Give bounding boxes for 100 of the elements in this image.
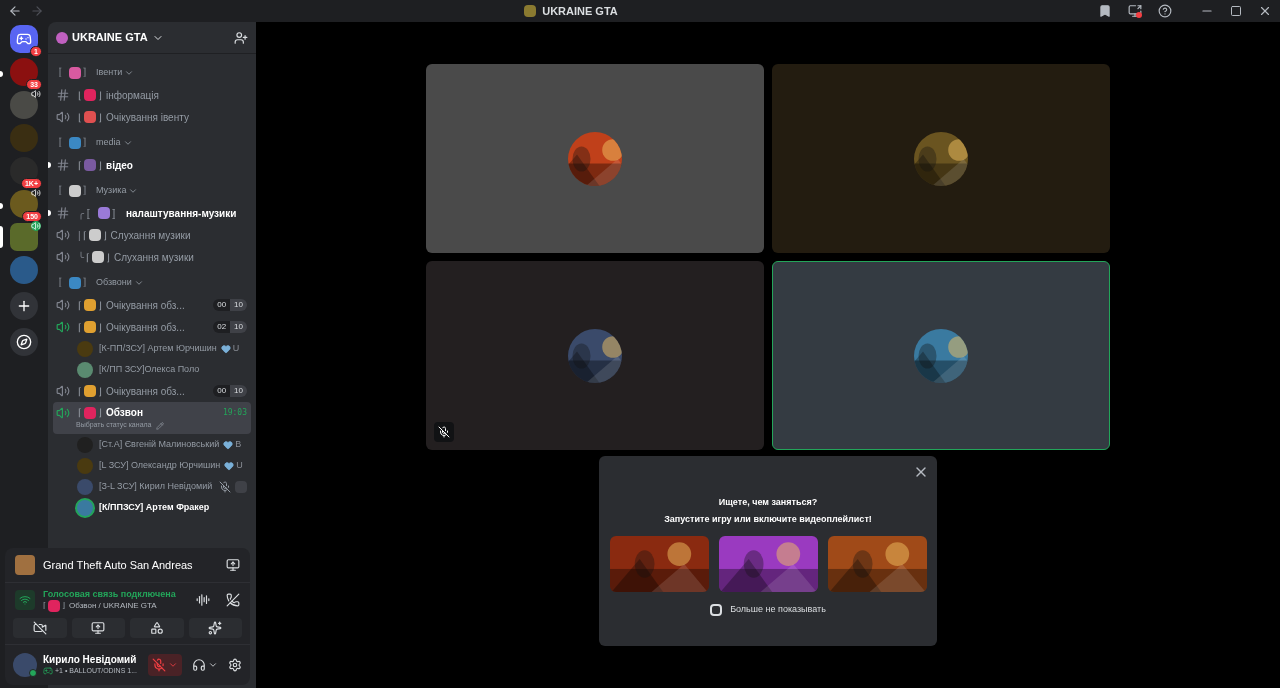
settings-icon[interactable] [228, 658, 242, 672]
bracket: ⌈ [78, 298, 82, 313]
tree-mark: | [78, 228, 81, 243]
bracket: ⌋ [98, 110, 102, 125]
server-icon [56, 31, 68, 44]
channel-row[interactable]: ⌈ ⌋ Очікування обз... 00 10 [53, 380, 251, 402]
bracket: 〛 [83, 66, 92, 80]
server-icon[interactable] [10, 25, 38, 53]
add-server-button[interactable] [10, 292, 38, 320]
game-title: Grand Theft Auto San Andreas [43, 557, 194, 573]
bracket: ⌈ [78, 320, 82, 335]
server-icon[interactable] [10, 58, 38, 86]
channel-row[interactable]: | ⌈ ⌋ Слухання музики [53, 224, 251, 246]
bracket: ⌈ [86, 250, 90, 265]
help-icon[interactable] [1158, 4, 1172, 18]
bracket: 〚 [86, 206, 96, 221]
heart-icon [223, 439, 234, 450]
speaker-icon [31, 221, 41, 231]
server-icon [524, 5, 537, 17]
chevron-icon [128, 186, 139, 196]
member-name[interactable]: [L ЗСУ] Олександр Юрчишин [99, 458, 221, 473]
tree-mark: ╭ [78, 206, 84, 221]
video-tile[interactable] [772, 64, 1110, 253]
invite-icon[interactable] [234, 30, 248, 45]
bracket: ⌈ [78, 406, 82, 421]
connection-status[interactable]: Голосовая связь подключена [43, 588, 188, 600]
hash-icon [56, 206, 70, 220]
channel-row[interactable]: ⌈ ⌋ Очікування обз... 00 10 [53, 294, 251, 316]
chevron-icon [208, 660, 218, 670]
user-avatar[interactable] [13, 653, 37, 677]
channel-row[interactable]: ⌊ ⌋ Очікування івенту [53, 106, 251, 128]
checkbox[interactable] [710, 603, 723, 616]
selected-pill [0, 226, 3, 248]
mic-off-icon [152, 658, 166, 672]
maximize-icon[interactable] [1230, 5, 1242, 17]
channel-row[interactable]: ╰ ⌈ ⌋ Слухання музики [53, 246, 251, 268]
channel-row[interactable]: ⌈ ⌋ Очікування обз... 02 10 [53, 316, 251, 338]
popup-subtitle: Запустите игру или включите видеоплейлист! [664, 512, 872, 526]
channel-name: Обзвон [106, 406, 143, 421]
speaker-icon [31, 89, 41, 99]
bracket: ⌋ [98, 88, 102, 103]
server-icon[interactable] [10, 190, 38, 218]
monitor-icon [91, 621, 106, 635]
channel-name: Слухання музики [110, 228, 191, 243]
category-name[interactable]: Музика [96, 184, 127, 198]
bracket: ⌋ [98, 406, 102, 421]
member-name[interactable]: [К-ПП/ЗСУ] Артем Юрчишин [99, 341, 217, 356]
user-count: 00 10 [213, 299, 247, 311]
chevron-icon [124, 68, 135, 78]
disconnect-icon[interactable] [226, 593, 240, 608]
camera-button[interactable] [13, 618, 67, 638]
checkbox-label[interactable]: Больше не показывать [730, 603, 826, 617]
bracket: ⌈ [43, 601, 46, 611]
discover-button[interactable] [10, 328, 38, 356]
member-name[interactable]: [К/ПП ЗСУ]Олекса Поло [99, 362, 200, 377]
video-tile[interactable] [772, 261, 1110, 450]
category-name[interactable]: Івенти [96, 66, 123, 80]
server-name[interactable]: UKRAINE GTA [72, 29, 148, 46]
headphones-icon [192, 658, 206, 672]
window-title: UKRAINE GTA [542, 3, 618, 19]
mute-button[interactable] [148, 654, 182, 676]
shapes-icon [149, 621, 164, 635]
channel-path[interactable]: Обзвон / UKRAINE GTA [69, 601, 157, 611]
member-name[interactable]: [Ст.А] Євгеній Малиновський [99, 437, 220, 452]
popup-title: Ищете, чем заняться? [718, 496, 818, 509]
member-tag: U [232, 341, 240, 356]
bracket: ⌊ [78, 110, 82, 125]
stream-icon[interactable] [226, 557, 240, 572]
bracket: ⌋ [98, 320, 102, 335]
activities-button[interactable] [130, 618, 184, 638]
close-icon[interactable] [1258, 4, 1272, 18]
member-name[interactable]: [З-L ЗСУ] Кирил Невідомий [99, 479, 213, 494]
channel-name[interactable]: налаштування-музики [126, 205, 237, 221]
bracket: 〚 [58, 66, 67, 80]
back-icon[interactable] [8, 4, 22, 18]
heart-icon [220, 343, 231, 354]
plus-icon [16, 298, 32, 314]
bracket: 〚 [58, 276, 67, 290]
bracket: 〛 [83, 184, 92, 198]
user-name: Кирило Невідомий [43, 653, 138, 667]
server-icon[interactable] [10, 157, 38, 185]
channel-name[interactable]: інформація [106, 87, 159, 103]
screen-share-icon[interactable] [1128, 4, 1142, 18]
channel-name: Очікування обз... [106, 384, 185, 399]
bracket: ⌋ [98, 158, 102, 173]
bookmark-icon[interactable] [1098, 4, 1112, 18]
channel-name[interactable]: відео [106, 157, 133, 173]
video-tile[interactable] [426, 64, 764, 253]
server-icon[interactable] [10, 223, 38, 251]
bracket: ⌋ [106, 250, 110, 265]
bracket: ⌋ [102, 228, 107, 243]
share-screen-button[interactable] [71, 618, 125, 638]
member-name[interactable]: [К/ППЗСУ] Артем Фракер [99, 500, 210, 515]
soundboard-button[interactable] [188, 618, 242, 638]
video-tile[interactable] [426, 261, 764, 450]
noise-icon[interactable] [196, 593, 210, 608]
category-name[interactable]: Обзвони [96, 276, 132, 290]
member-tag: B [235, 437, 242, 452]
category-name[interactable]: media [96, 136, 121, 150]
heart-icon [224, 460, 235, 471]
